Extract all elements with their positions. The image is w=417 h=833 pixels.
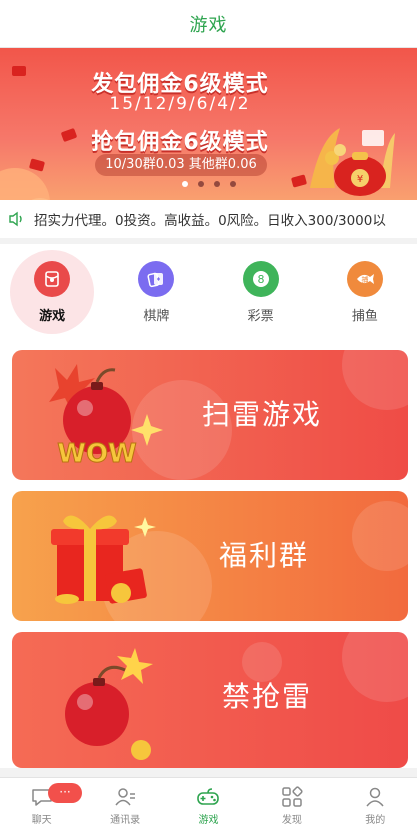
game-card-no-grab-mine[interactable]: 禁抢雷 [12, 632, 408, 768]
banner-pagination [0, 181, 417, 187]
unread-badge: ··· [48, 783, 82, 803]
red-packet-icon [34, 260, 71, 297]
fish-icon: 捕 [346, 260, 383, 297]
gamepad-icon [197, 788, 220, 805]
tab-discover[interactable]: 发现 [250, 778, 333, 833]
banner-rates-send: 15/12/9/6/4/2 [109, 94, 251, 114]
category-label: 游戏 [39, 308, 66, 324]
lottery-ball-icon: 8 [242, 260, 279, 297]
card-title: 福利群 [219, 539, 310, 572]
bottom-tab-bar: 聊天 ··· 通讯录 游戏 发现 我的 [0, 777, 417, 833]
pagination-dot[interactable] [229, 181, 236, 187]
bomb-icon [65, 648, 153, 760]
tab-label: 发现 [281, 815, 302, 826]
card-title: 禁抢雷 [222, 680, 313, 713]
profile-icon [366, 787, 384, 807]
cards-icon [138, 260, 175, 297]
speaker-icon [9, 211, 22, 227]
category-tab-fishing[interactable]: 捕 捕鱼 [313, 244, 417, 340]
top-header: 游戏 [0, 0, 417, 48]
card-title: 扫雷游戏 [202, 398, 323, 431]
card-decor-circle [342, 632, 408, 702]
category-label: 棋牌 [143, 308, 170, 324]
notice-text: 招实力代理。0投资。高收益。0风险。日收入300/3000以 [34, 213, 386, 229]
category-tab-games[interactable]: 游戏 [0, 244, 104, 340]
tab-label: 我的 [365, 815, 386, 826]
red-envelope-icon [12, 66, 26, 76]
page-title: 游戏 [189, 14, 228, 36]
category-tab-lottery[interactable]: 8 彩票 [209, 244, 313, 340]
category-label: 捕鱼 [351, 308, 378, 324]
category-tab-cards[interactable]: 棋牌 [104, 244, 208, 340]
svg-text:捕: 捕 [361, 275, 368, 284]
game-card-list: WOW 扫雷游戏 福利群 禁抢雷 [0, 340, 417, 768]
pagination-dot[interactable] [197, 181, 204, 187]
card-decor-circle [342, 350, 408, 410]
gift-box-icon [51, 515, 156, 604]
pagination-dot[interactable] [181, 181, 188, 187]
banner-headline-grab: 抢包佣金6级模式 [91, 130, 269, 155]
banner-rates-grab: 10/30群0.03 其他群0.06 [95, 154, 267, 176]
tab-profile[interactable]: 我的 [334, 778, 417, 833]
notice-bar[interactable]: 招实力代理。0投资。高收益。0风险。日收入300/3000以 [0, 200, 417, 238]
tab-label: 聊天 [31, 815, 52, 826]
tab-label: 游戏 [198, 815, 219, 826]
discover-icon [282, 786, 303, 807]
game-card-welfare-group[interactable]: 福利群 [12, 491, 408, 621]
category-tabs: 游戏 棋牌 8 彩票 捕 捕鱼 [0, 244, 417, 340]
tab-label: 通讯录 [110, 815, 141, 826]
svg-text:WOW: WOW [57, 439, 136, 469]
svg-text:8: 8 [257, 273, 264, 286]
category-label: 彩票 [247, 308, 274, 324]
contacts-icon [115, 788, 136, 806]
promo-banner[interactable]: 发包佣金6级模式 15/12/9/6/4/2 抢包佣金6级模式 10/30群0.… [0, 48, 417, 200]
tab-contacts[interactable]: 通讯录 [83, 778, 166, 833]
tab-chat[interactable]: 聊天 ··· [0, 778, 83, 833]
tab-games[interactable]: 游戏 [167, 778, 250, 833]
bomb-wow-icon: WOW [49, 364, 163, 470]
red-envelope-icon [28, 158, 46, 172]
pagination-dot[interactable] [213, 181, 220, 187]
game-card-minesweeper[interactable]: WOW 扫雷游戏 [12, 350, 408, 480]
card-decor-circle [352, 501, 408, 571]
